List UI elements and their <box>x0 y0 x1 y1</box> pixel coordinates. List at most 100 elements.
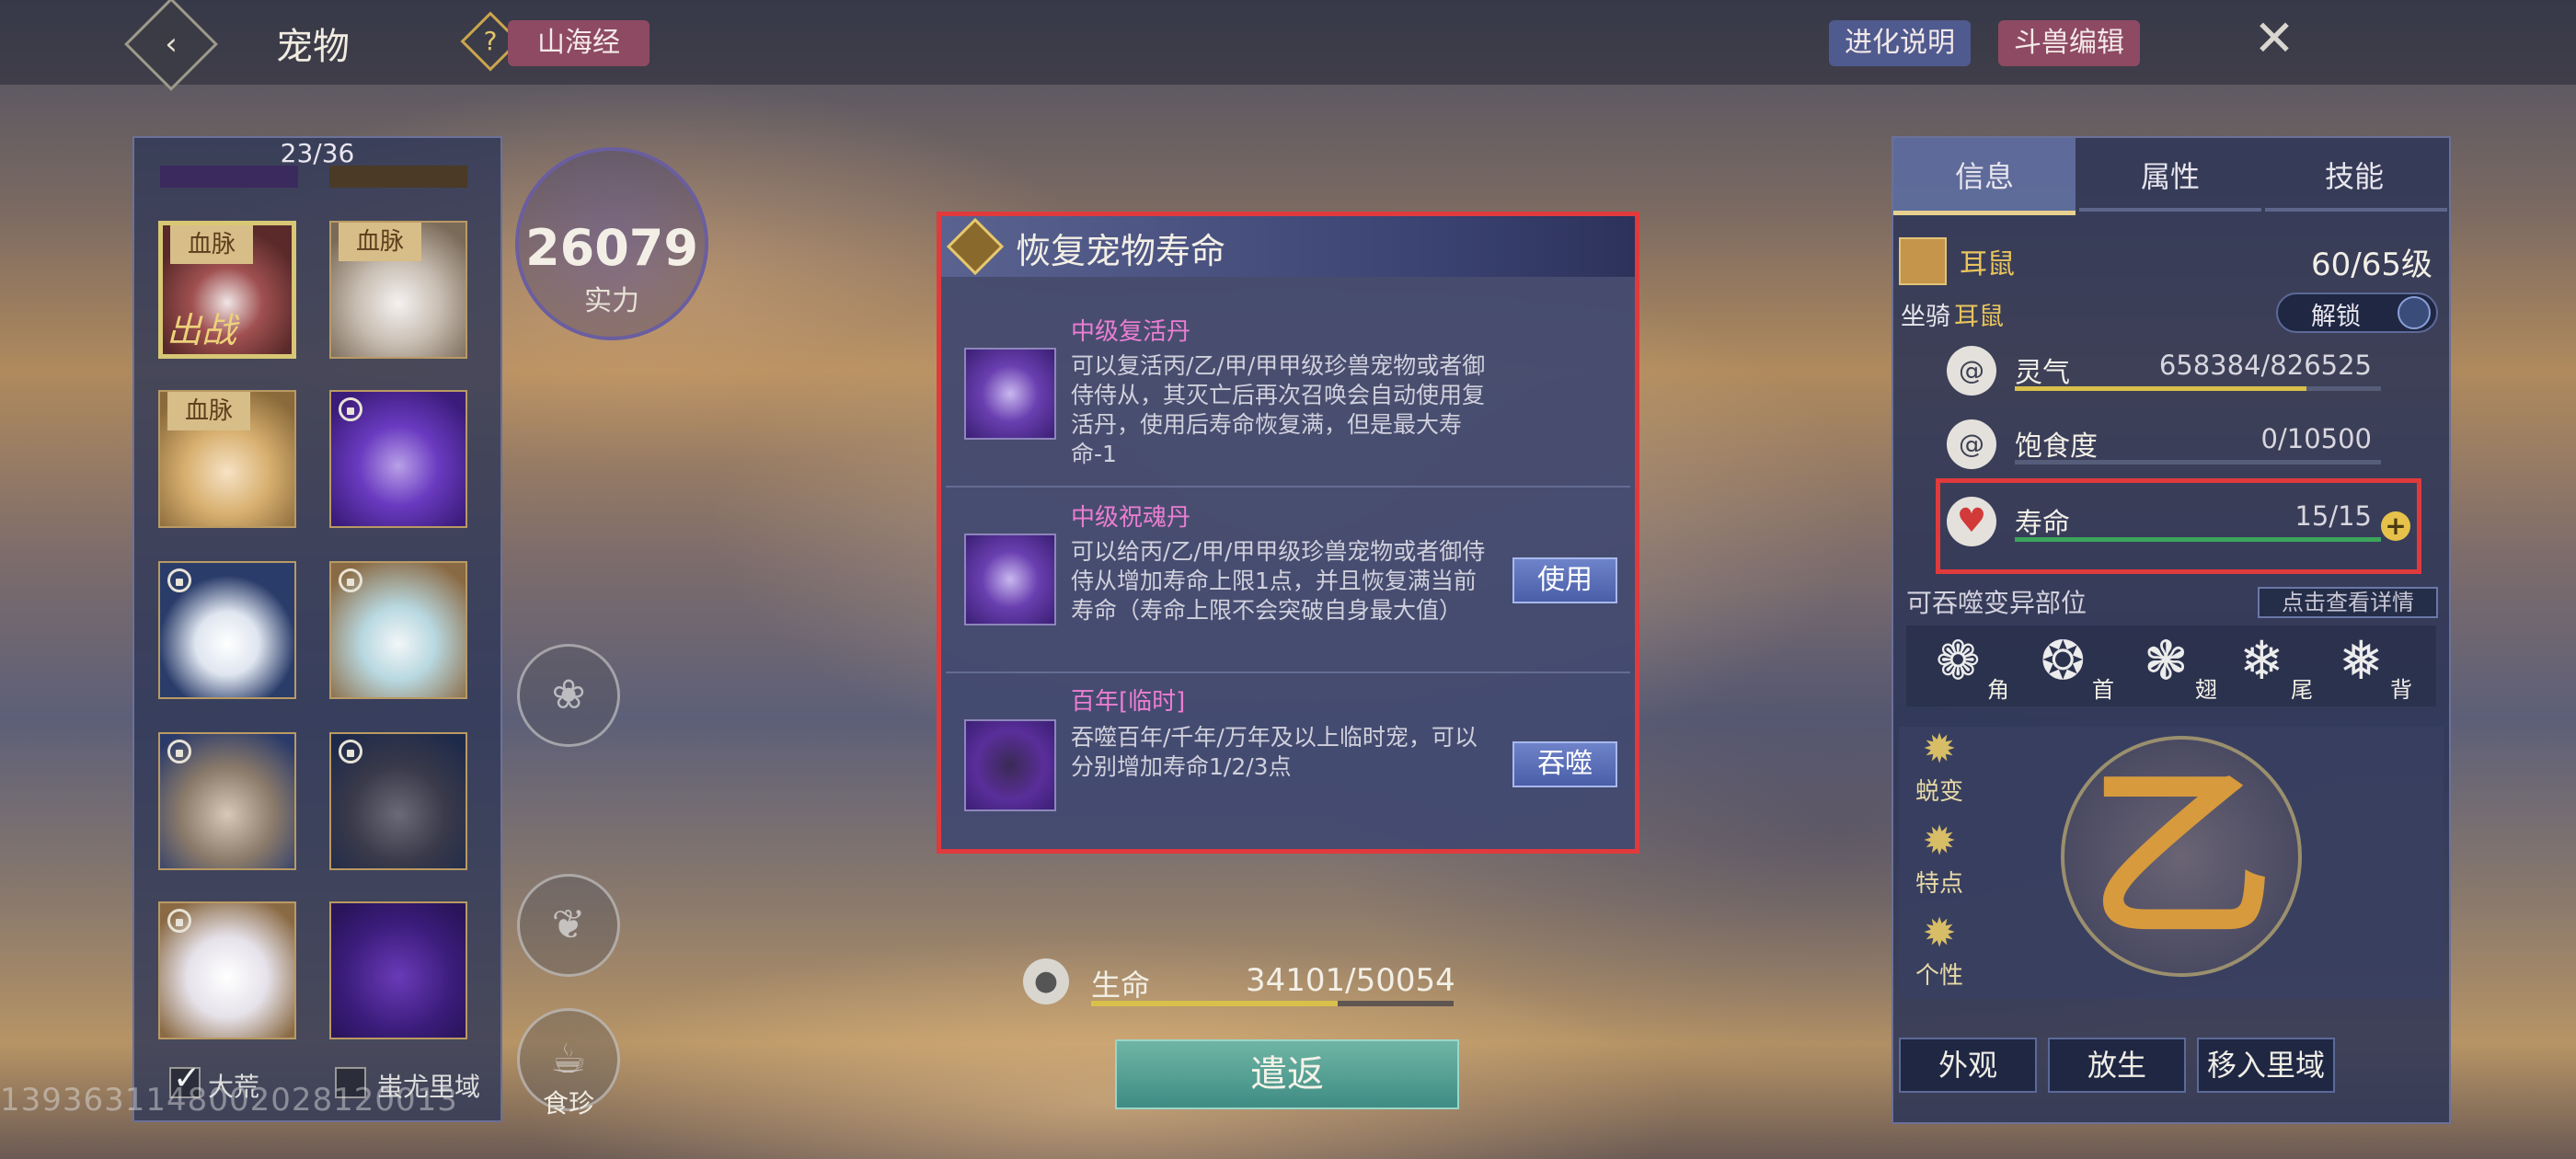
dialog-title: 恢复宠物寿命 <box>1016 231 1226 271</box>
bloodline-tag: 血脉 <box>167 392 250 430</box>
lock-icon <box>167 568 191 592</box>
item-description: 可以给丙/乙/甲/甲甲级珍兽宠物或者御侍 侍从增加寿命上限1点，并且恢复满当前 … <box>1071 538 1486 624</box>
part-tail[interactable]: ❄ 尾 <box>2232 627 2328 706</box>
lock-icon <box>167 909 191 933</box>
beast-silhouette-icon: ❀ <box>551 671 586 718</box>
pet-slot-locked[interactable] <box>158 561 296 699</box>
pet-type-icon <box>1899 237 1947 285</box>
lock-icon <box>339 568 362 592</box>
head-icon: ❂ <box>2041 629 2086 692</box>
page-title: 宠物 <box>276 26 350 68</box>
return-button[interactable]: 遣返 <box>1115 1039 1459 1109</box>
trait-personality[interactable]: ✹ 个性 <box>1904 911 1974 991</box>
pet-slot-locked[interactable] <box>158 901 296 1039</box>
stat-bar-track <box>2015 460 2381 465</box>
tail-icon: ❄ <box>2239 629 2284 692</box>
part-wing[interactable]: ❃ 翅 <box>2136 627 2232 706</box>
watermark: 1393631148002028120013 <box>0 1082 458 1119</box>
item-name: 中级复活丹 <box>1071 318 1191 346</box>
soul-pill-icon <box>964 534 1056 625</box>
release-button[interactable]: 放生 <box>2048 1038 2186 1093</box>
power-value: 26079 <box>525 219 698 277</box>
item-name: 中级祝魂丹 <box>1071 504 1191 532</box>
shanhai-button[interactable]: 山海经 <box>508 20 650 66</box>
view-details-button[interactable]: 点击查看详情 <box>2258 587 2438 618</box>
item-name: 百年[临时] <box>1071 688 1186 716</box>
devour-button[interactable]: 吞噬 <box>1512 741 1617 787</box>
pet-slot-locked[interactable] <box>329 732 467 870</box>
pet-slot-locked[interactable] <box>329 561 467 699</box>
flame-icon: ✹ <box>1922 726 1957 773</box>
item-row-revive-pill: 中级复活丹 可以复活丙/乙/甲/甲甲级珍兽宠物或者御 侍侍从，其灭亡后再次召唤会… <box>946 294 1630 478</box>
droplet-icon: ● <box>1023 958 1069 1004</box>
beast-edit-button[interactable]: 斗兽编辑 <box>1998 20 2140 66</box>
lifespan-highlight <box>1936 478 2421 574</box>
pet-level: 60/65级 <box>2311 247 2432 283</box>
tab-divider <box>2265 208 2447 212</box>
item-row-century-pet: 百年[临时] 吞噬百年/千年/万年及以上临时宠，可以 分别增加寿命1/2/3点 … <box>946 673 1630 857</box>
bloodline-tag: 血脉 <box>170 225 253 264</box>
pet-slot[interactable] <box>329 901 467 1039</box>
lock-icon <box>339 397 362 421</box>
item-description: 可以复活丙/乙/甲/甲甲级珍兽宠物或者御 侍侍从，其灭亡后再次召唤会自动使用复 … <box>1071 352 1486 467</box>
back-part-icon: ❅ <box>2339 629 2384 692</box>
back-arrow-icon: ‹ <box>165 26 178 63</box>
trait-feature[interactable]: ✹ 特点 <box>1904 819 1974 899</box>
mount-name: 耳鼠 <box>1954 303 2004 331</box>
stat-label-spirit: 灵气 <box>2015 357 2070 389</box>
wing-icon: ❃ <box>2144 629 2189 692</box>
pet-slot-locked[interactable] <box>329 390 467 528</box>
century-pet-icon <box>964 719 1056 811</box>
stat-value-satiety: 0/10500 <box>2260 423 2372 454</box>
tab-info[interactable]: 信息 <box>1893 138 2076 215</box>
stomach-icon: @ <box>1947 419 1996 469</box>
move-to-realm-button[interactable]: 移入里域 <box>2197 1038 2335 1093</box>
revive-pill-icon <box>964 348 1056 440</box>
horn-icon: ❁ <box>1936 629 1981 692</box>
deployed-label: 出战 <box>167 310 237 350</box>
partial-pet-slot <box>329 166 467 188</box>
mount-label: 坐骑 <box>1901 303 1950 331</box>
use-button[interactable]: 使用 <box>1512 557 1617 603</box>
stat-bar-fill-spirit <box>2015 386 2307 391</box>
tab-skills[interactable]: 技能 <box>2263 138 2445 215</box>
lock-icon <box>339 740 362 763</box>
bird-skill-button[interactable]: ❦ <box>517 874 620 977</box>
evolution-info-button[interactable]: 进化说明 <box>1829 20 1971 66</box>
pet-count: 23/36 <box>280 138 355 168</box>
wing-emblem-icon: ✹ <box>1922 818 1957 865</box>
pet-slot-locked[interactable] <box>158 732 296 870</box>
top-bar <box>0 0 2576 85</box>
toggle-knob <box>2398 296 2431 329</box>
pet-name: 耳鼠 <box>1960 248 2015 281</box>
appearance-button[interactable]: 外观 <box>1899 1038 2037 1093</box>
spirit-swirl-icon: @ <box>1947 346 1996 396</box>
pet-slot-deployed[interactable]: 血脉 出战 <box>158 221 296 359</box>
lock-icon <box>167 740 191 763</box>
pet-slot[interactable]: 血脉 <box>329 221 467 359</box>
tab-attributes[interactable]: 属性 <box>2079 138 2261 215</box>
part-head[interactable]: ❂ 首 <box>2033 627 2129 706</box>
part-back[interactable]: ❅ 背 <box>2331 627 2427 706</box>
part-horn[interactable]: ❁ 角 <box>1928 627 2024 706</box>
life-value: 34101/50054 <box>1246 962 1455 999</box>
pet-slot[interactable]: 血脉 <box>158 390 296 528</box>
stat-value-spirit: 658384/826525 <box>2158 350 2372 381</box>
beast-skill-button[interactable]: ❀ <box>517 644 620 747</box>
life-bar-fill <box>1091 1001 1339 1006</box>
mutate-label: 可吞噬变异部位 <box>1906 588 2087 618</box>
partial-pet-slot <box>160 166 298 188</box>
item-row-soul-pill: 中级祝魂丹 可以给丙/乙/甲/甲甲级珍兽宠物或者御侍 侍从增加寿命上限1点，并且… <box>946 488 1630 671</box>
life-label: 生命 <box>1091 968 1151 1003</box>
power-label: 实力 <box>584 285 639 317</box>
shizhen-label: 食珍 <box>542 1088 594 1119</box>
trait-transform[interactable]: ✹ 蜕变 <box>1904 727 1974 807</box>
grade-character: 乙 <box>2088 749 2273 963</box>
bloodline-tag: 血脉 <box>339 223 421 261</box>
tab-divider <box>2079 208 2261 212</box>
item-description: 吞噬百年/千年/万年及以上临时宠，可以 分别增加寿命1/2/3点 <box>1071 724 1478 780</box>
close-x-icon[interactable]: ✕ <box>2245 9 2304 68</box>
unlock-label: 解锁 <box>2311 303 2361 331</box>
stat-label-satiety: 饱食度 <box>2015 430 2098 463</box>
mask-icon: ✹ <box>1922 910 1957 957</box>
